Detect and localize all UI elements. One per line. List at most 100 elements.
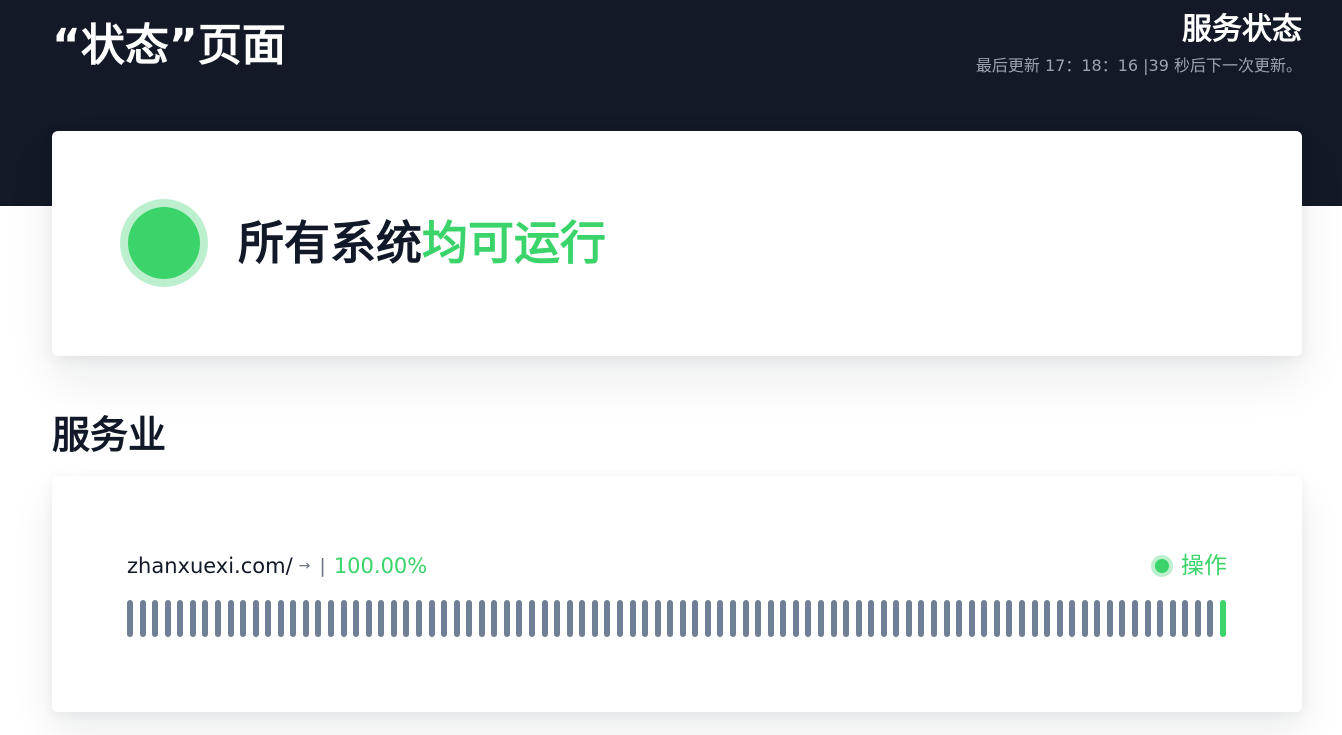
last-update-text: 最后更新 17：18：16 |39 秒后下一次更新。 [975,56,1302,75]
uptime-history-bar [265,600,272,637]
uptime-history-bar [428,600,435,637]
uptime-history-bar [139,600,146,637]
service-row: zhanxuexi.com/ → | 100.00% 操作 [127,549,1227,583]
uptime-history-bar [1094,600,1101,637]
arrow-right-icon[interactable]: → [299,549,311,583]
uptime-history-bar [1194,600,1201,637]
service-separator: | [319,555,326,577]
uptime-history-bar [956,600,963,637]
uptime-history-bar [642,600,649,637]
uptime-history-bar [415,600,422,637]
uptime-history-bar [667,600,674,637]
service-link-group[interactable]: zhanxuexi.com/ → | 100.00% [127,549,427,583]
uptime-history-bar [390,600,397,637]
uptime-history-bar [1106,600,1113,637]
uptime-history-bar [189,600,196,637]
header-service-status-area: 服务状态 最后更新 17：18：16 |39 秒后下一次更新。 [882,10,1302,77]
uptime-history-bar [328,600,334,637]
uptime-history-bar [277,600,284,637]
uptime-history-bar [290,600,297,637]
uptime-history-bar [1144,600,1151,637]
uptime-history-bar [1031,600,1038,637]
uptime-history-bar [214,600,221,637]
uptime-history-bar [1081,600,1088,637]
uptime-history-bar [717,600,724,637]
uptime-history-bar [240,600,247,637]
services-section-title: 服务业 [52,413,167,457]
uptime-history-bar [679,600,686,637]
uptime-history-bar [755,600,762,637]
uptime-history-bar [843,600,850,637]
uptime-history-bar [127,600,133,637]
uptime-history-bar [1119,600,1126,637]
uptime-history-bar [604,600,611,637]
service-status-label: 操作 [1181,553,1227,579]
service-status-title: 服务状态 [1182,12,1302,47]
uptime-history-bar [453,600,460,637]
uptime-history-bar [302,600,309,637]
uptime-history-bar [1056,600,1063,637]
uptime-history-bar [880,600,887,637]
service-uptime: 100.00% [333,554,428,578]
uptime-history-bar [629,600,636,637]
uptime-history-bar [780,600,787,637]
uptime-history-bar [579,600,586,637]
uptime-history-bar [943,600,950,637]
uptime-history-bar [1169,600,1176,637]
uptime-history-bar [905,600,912,637]
uptime-history-bar [1207,600,1214,637]
services-card: zhanxuexi.com/ → | 100.00% 操作 [52,476,1302,712]
uptime-history-bar [441,600,448,637]
uptime-history-bar [202,600,209,637]
uptime-history-bar [868,600,875,637]
overall-status-prefix: 所有系统 [238,216,422,270]
uptime-history-bar [1069,600,1076,637]
uptime-history-bar [566,600,573,637]
uptime-history-bar [177,600,184,637]
uptime-history-bar [466,600,473,637]
uptime-history-bar [730,600,736,637]
service-link[interactable]: zhanxuexi.com/ [127,549,293,583]
overall-status-accent: 均可运行 [422,216,606,270]
uptime-history-bars [127,600,1227,637]
uptime-history-bar [378,600,385,637]
uptime-history-bar [993,600,1000,637]
uptime-history-bar [353,600,360,637]
uptime-history-bar [491,600,498,637]
uptime-history-bar [654,600,661,637]
uptime-history-bar [1006,600,1013,637]
uptime-history-bar [855,600,862,637]
uptime-history-bar [792,600,799,637]
uptime-history-bar [918,600,925,637]
uptime-history-bar [152,600,159,637]
uptime-history-bar [742,600,749,637]
operational-dot-icon [1151,555,1173,577]
uptime-history-bar [478,600,485,637]
service-status-badge: 操作 [1151,549,1227,583]
current-uptime-bar [1219,600,1226,637]
uptime-history-bar [340,600,347,637]
overall-status-card: 所有系统均可运行 [52,131,1302,356]
uptime-history-bar [805,600,812,637]
uptime-history-bar [516,600,523,637]
uptime-history-bar [1157,600,1164,637]
uptime-history-bar [1182,600,1189,637]
uptime-history-bar [704,600,711,637]
uptime-history-bar [554,600,561,637]
uptime-history-bar [529,600,535,637]
uptime-history-bar [315,600,322,637]
uptime-history-bar [503,600,510,637]
overall-status-message: 所有系统均可运行 [238,214,606,272]
uptime-history-bar [227,600,234,637]
uptime-history-bar [767,600,774,637]
uptime-history-bar [541,600,548,637]
uptime-history-bar [1018,600,1025,637]
uptime-history-bar [1132,600,1138,637]
uptime-history-bar [830,600,837,637]
page-title: “状态”页面 [52,20,286,71]
uptime-history-bar [365,600,372,637]
uptime-history-bar [981,600,988,637]
uptime-history-bar [403,600,410,637]
uptime-history-bar [817,600,824,637]
status-page: “状态”页面 服务状态 最后更新 17：18：16 |39 秒后下一次更新。 所… [0,0,1342,735]
